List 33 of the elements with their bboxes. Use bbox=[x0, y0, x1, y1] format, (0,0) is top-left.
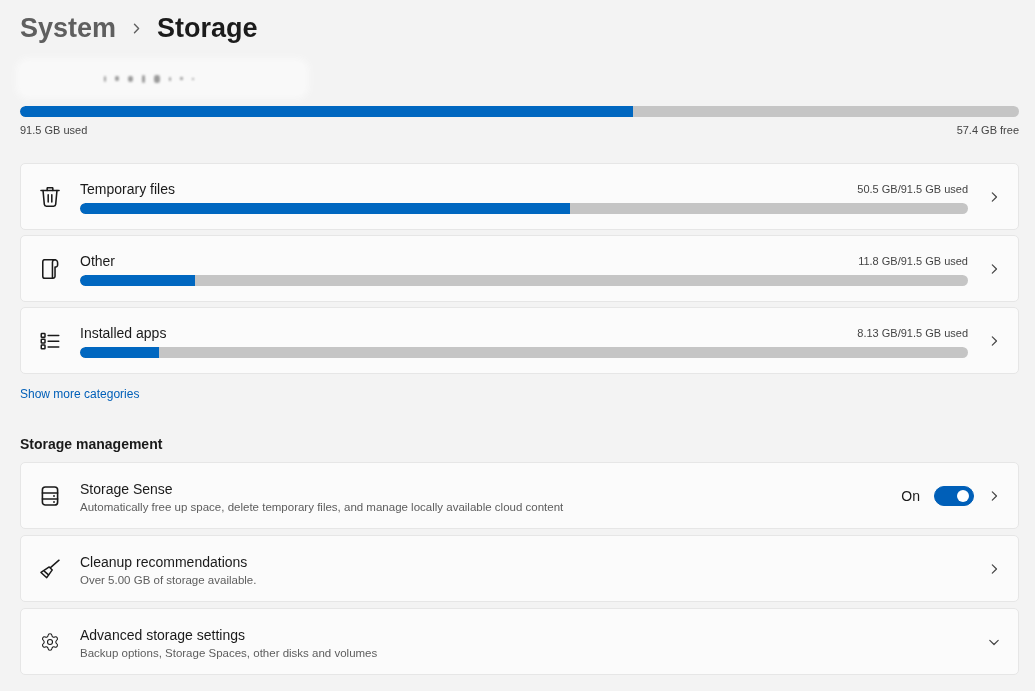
show-more-link[interactable]: Show more categories bbox=[20, 386, 140, 402]
section-heading: Storage management bbox=[20, 435, 163, 454]
category-label: Installed apps bbox=[80, 324, 167, 343]
setting-description: Automatically free up space, delete temporary files, and manage locally available cloud content bbox=[80, 499, 564, 515]
setting-card[interactable]: Cleanup recommendations Over 5.00 GB of storage available. bbox=[20, 535, 1019, 602]
setting-title: Storage Sense bbox=[80, 479, 173, 499]
setting-description: Over 5.00 GB of storage available. bbox=[80, 572, 257, 588]
document-icon bbox=[40, 258, 60, 279]
toggle-switch[interactable] bbox=[934, 485, 974, 506]
setting-card[interactable]: Storage Sense Automatically free up space, delete temporary files, and manage locally available cloud content On bbox=[20, 462, 1019, 529]
settings-icon bbox=[40, 631, 60, 652]
checklist-icon bbox=[40, 330, 60, 351]
category-card[interactable]: Installed apps 8.13 GB/91.5 GB used bbox=[20, 307, 1019, 374]
setting-card[interactable]: Advanced storage settings Backup options, Storage Spaces, other disks and volumes bbox=[20, 608, 1019, 675]
used-space-label: 91.5 GB used bbox=[20, 123, 88, 137]
setting-description: Backup options, Storage Spaces, other disks and volumes bbox=[80, 645, 378, 661]
breadcrumb-chevron-icon bbox=[133, 22, 141, 34]
free-space-label: 57.4 GB free bbox=[956, 123, 1019, 137]
broom-icon bbox=[40, 558, 60, 579]
category-label: Temporary files bbox=[80, 180, 175, 199]
setting-title: Advanced storage settings bbox=[80, 625, 245, 645]
page-title: Storage bbox=[157, 12, 258, 45]
trash-icon bbox=[40, 186, 60, 207]
drive-icon bbox=[40, 485, 60, 506]
category-usage-text: 50.5 GB/91.5 GB used bbox=[857, 182, 968, 196]
toggle-state-label: On bbox=[901, 486, 920, 506]
category-label: Other bbox=[80, 252, 115, 271]
category-usage-text: 11.8 GB/91.5 GB used bbox=[858, 254, 968, 268]
category-card[interactable]: Other 11.8 GB/91.5 GB used bbox=[20, 235, 1019, 302]
setting-title: Cleanup recommendations bbox=[80, 552, 248, 572]
category-usage-text: 8.13 GB/91.5 GB used bbox=[857, 326, 968, 340]
category-card[interactable]: Temporary files 50.5 GB/91.5 GB used bbox=[20, 163, 1019, 230]
breadcrumb-link[interactable]: System bbox=[20, 10, 117, 46]
